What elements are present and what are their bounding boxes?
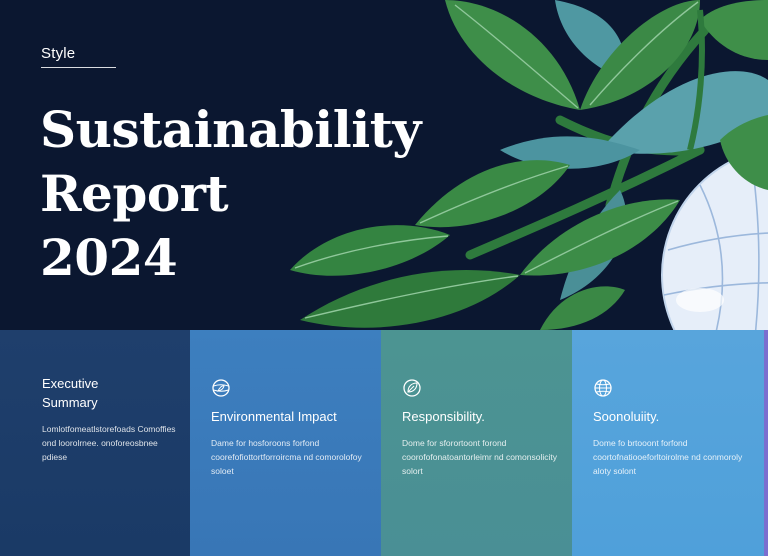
card-sustainability[interactable]: Soonoluiity. Dome fo brtooont forfond co…: [572, 330, 764, 556]
report-title-line-2: Report: [40, 164, 229, 223]
card-responsibility[interactable]: Responsibility. Dome for sforortoont for…: [381, 330, 572, 556]
hero-banner: Style Sustainability Report 2024: [0, 0, 768, 330]
report-title-line-3: 2024: [40, 228, 178, 287]
card-title: Executive Summary: [42, 376, 99, 410]
card-body: Dame for hosforoons forfond coorefofiott…: [211, 438, 362, 476]
card-body: Lomlotfomeatlstorefoads Comoffies ond lo…: [42, 424, 176, 462]
report-title: Sustainability Report 2024: [40, 98, 421, 290]
card-title: Responsibility.: [402, 409, 485, 424]
report-title-line-1: Sustainability: [40, 100, 421, 159]
section-label-underline: [41, 67, 116, 68]
card-title: Environmental Impact: [211, 409, 337, 424]
section-label: Style: [41, 45, 76, 62]
card-title: Soonoluiity.: [593, 409, 660, 424]
card-body: Dome fo brtooont forfond coortofnatiooef…: [593, 438, 743, 476]
globe-leaf-icon: [212, 379, 230, 397]
card-environmental-impact[interactable]: Environmental Impact Dame for hosforoons…: [190, 330, 381, 556]
card-body: Dome for sforortoont forond coorofofonat…: [402, 438, 557, 476]
card-executive-summary[interactable]: Executive Summary Lomlotfomeatlstorefoad…: [0, 330, 190, 556]
card-edge-accent: [764, 330, 768, 556]
report-cover: Style Sustainability Report 2024 Executi…: [0, 0, 768, 556]
leaf-icon: [403, 379, 421, 397]
globe-icon: [594, 379, 612, 397]
section-cards: Executive Summary Lomlotfomeatlstorefoad…: [0, 330, 768, 556]
